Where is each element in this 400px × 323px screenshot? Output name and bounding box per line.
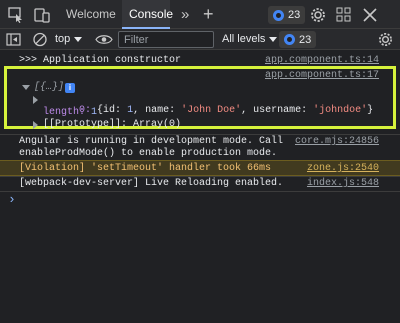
source-link[interactable]: app.component.ts:14 — [265, 55, 379, 66]
clear-console-icon[interactable] — [32, 31, 48, 48]
devtools-tab-bar: Welcome Console » + 23 — [0, 0, 400, 29]
log-message: [webpack-dev-server] Live Reloading enab… — [19, 178, 284, 189]
log-levels-select[interactable]: All levels — [222, 31, 278, 48]
info-icon[interactable]: i — [65, 83, 75, 93]
console-prompt-row[interactable]: › — [0, 191, 400, 207]
console-settings-icon[interactable] — [377, 31, 394, 48]
collapse-triangle-icon[interactable] — [33, 121, 38, 129]
console-toolbar: top All levels 23 — [0, 29, 400, 50]
context-value: top — [55, 33, 71, 45]
warning-row: [Violation] 'setTimeout' handler took 66… — [0, 160, 400, 176]
settings-icon[interactable] — [309, 6, 327, 24]
warning-message: [Violation] 'setTimeout' handler took 66… — [19, 163, 272, 174]
toolbar-issues-badge[interactable]: 23 — [279, 31, 317, 48]
tab-console[interactable]: Console — [122, 0, 173, 29]
issues-icon — [284, 34, 295, 45]
source-link[interactable]: zone.js:2540 — [307, 163, 379, 174]
log-row: Angular is running in development mode. … — [0, 134, 400, 160]
inspect-element-icon[interactable] — [7, 6, 25, 24]
prototype-row[interactable]: [[Prototype]]: Array(0) — [0, 119, 400, 132]
issues-badge[interactable]: 23 — [268, 6, 306, 24]
log-message: >>> Application constructor — [19, 55, 182, 66]
issues-count: 23 — [288, 9, 301, 21]
chevron-down-icon — [269, 36, 278, 42]
log-row: [webpack-dev-server] Live Reloading enab… — [0, 176, 400, 191]
live-expression-eye-icon[interactable] — [95, 31, 113, 48]
expand-triangle-icon[interactable] — [22, 85, 30, 90]
array-item-row[interactable]: 0: {id: 1, name: 'John Doe', username: '… — [0, 94, 400, 116]
context-select[interactable]: top — [55, 31, 83, 48]
console-output: >>> Application constructor app.componen… — [0, 51, 400, 323]
filter-input[interactable] — [118, 31, 214, 48]
prototype-text: [[Prototype]]: Array(0) — [43, 119, 182, 130]
add-tab-icon[interactable]: + — [203, 0, 214, 29]
collapse-triangle-icon[interactable] — [33, 96, 38, 104]
log-message: enableProdMode() to enable production mo… — [19, 148, 278, 159]
length-key: length: — [43, 107, 86, 118]
customize-icon[interactable] — [335, 6, 353, 24]
length-value: 1 — [91, 107, 98, 118]
log-levels-value: All levels — [222, 33, 266, 45]
close-devtools-icon[interactable] — [361, 6, 379, 24]
tab-welcome[interactable]: Welcome — [66, 0, 116, 29]
chevron-down-icon — [74, 36, 83, 42]
log-message: Angular is running in development mode. … — [19, 136, 284, 147]
toolbar-issues-count: 23 — [299, 33, 312, 46]
sidebar-toggle-icon[interactable] — [6, 31, 22, 48]
source-link[interactable]: core.mjs:24856 — [295, 136, 379, 147]
source-link[interactable]: index.js:548 — [307, 178, 379, 189]
prompt-chevron-icon: › — [8, 192, 16, 207]
source-link[interactable]: app.component.ts:17 — [265, 70, 379, 81]
more-tabs-icon[interactable]: » — [181, 0, 189, 29]
device-emulation-icon[interactable] — [33, 6, 51, 24]
array-summary: [{…}] — [34, 82, 65, 93]
issues-icon — [273, 9, 284, 21]
